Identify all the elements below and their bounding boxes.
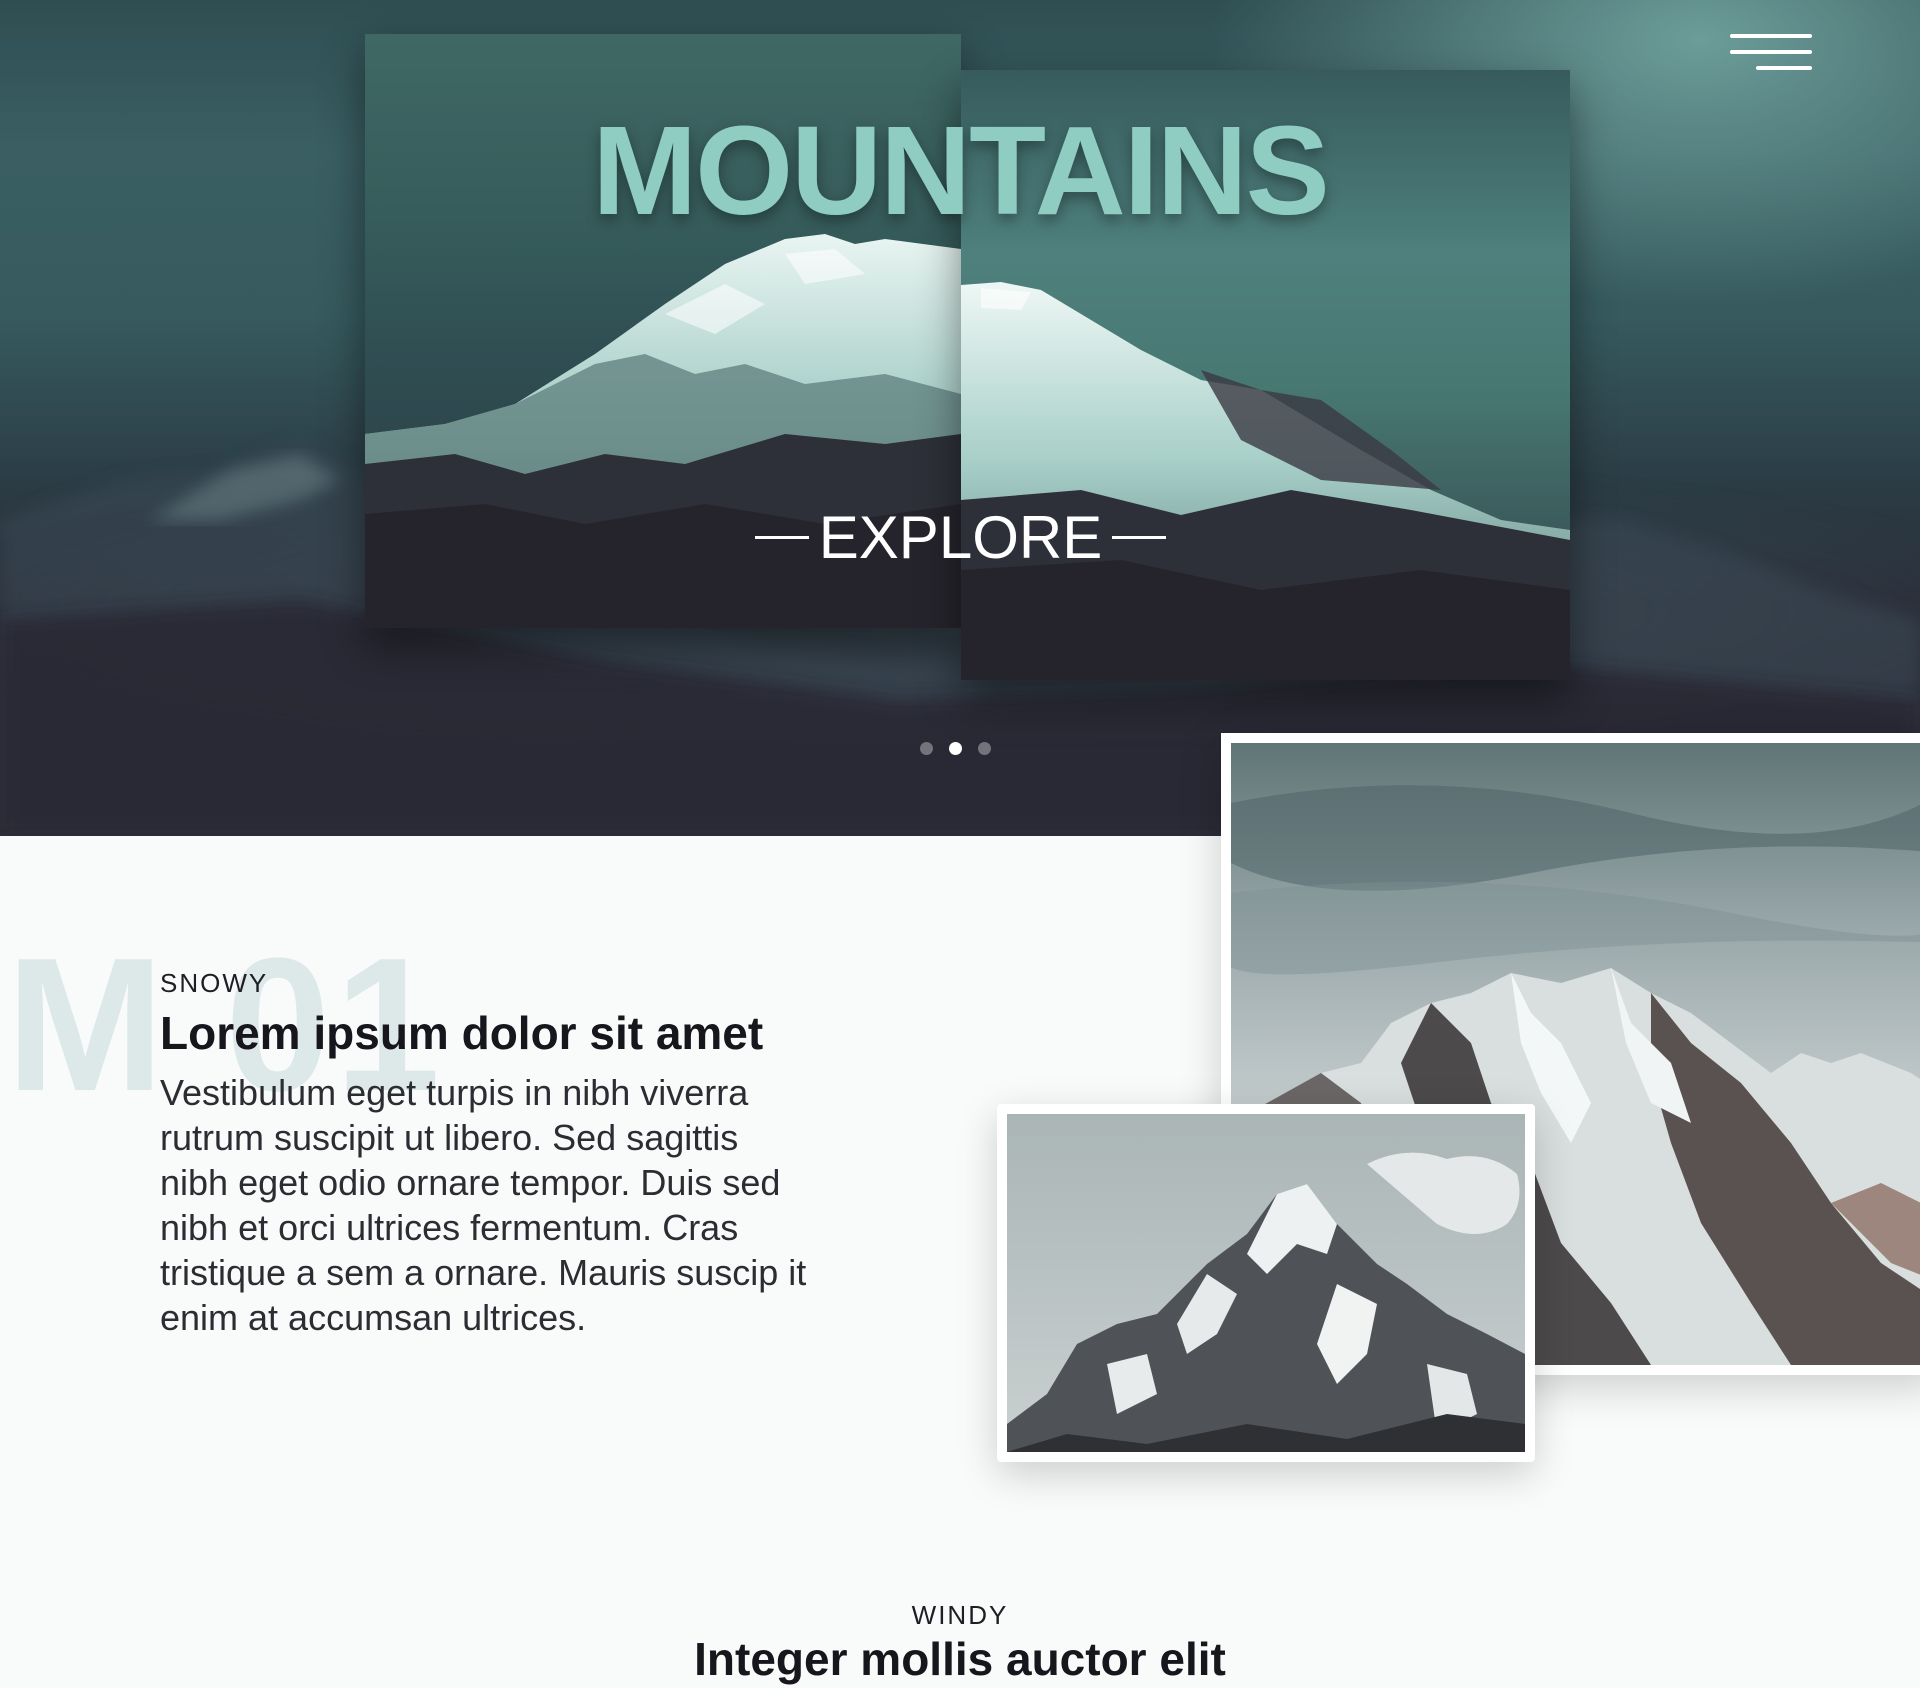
menu-line-2 [1730, 50, 1812, 54]
slide-dot-2[interactable] [949, 742, 962, 755]
menu-line-3 [1756, 66, 1812, 70]
section-body-text: Vestibulum eget turpis in nibh viverra r… [160, 1072, 807, 1338]
hero-section: MOUNTAINS EXPLORE [0, 0, 1920, 836]
section-heading: Lorem ipsum dolor sit amet [160, 1007, 764, 1059]
section-two-heading: Integer mollis auctor elit [694, 1633, 1226, 1685]
section-two-eyebrow: WINDY [911, 1600, 1009, 1630]
hamburger-menu-icon[interactable] [1726, 30, 1812, 78]
explore-line-left [755, 535, 809, 539]
hero-title: MOUNTAINS [592, 100, 1330, 241]
slide-dot-3[interactable] [978, 742, 991, 755]
slide-dot-1[interactable] [920, 742, 933, 755]
slider-pagination [920, 742, 991, 755]
explore-label: EXPLORE [818, 503, 1103, 571]
explore-button[interactable]: EXPLORE [755, 502, 1166, 572]
peak-image [1007, 1114, 1525, 1452]
explore-line-right [1112, 535, 1166, 539]
peak-photo [997, 1104, 1535, 1462]
menu-line-1 [1730, 34, 1812, 38]
section-eyebrow: SNOWY [160, 968, 269, 998]
